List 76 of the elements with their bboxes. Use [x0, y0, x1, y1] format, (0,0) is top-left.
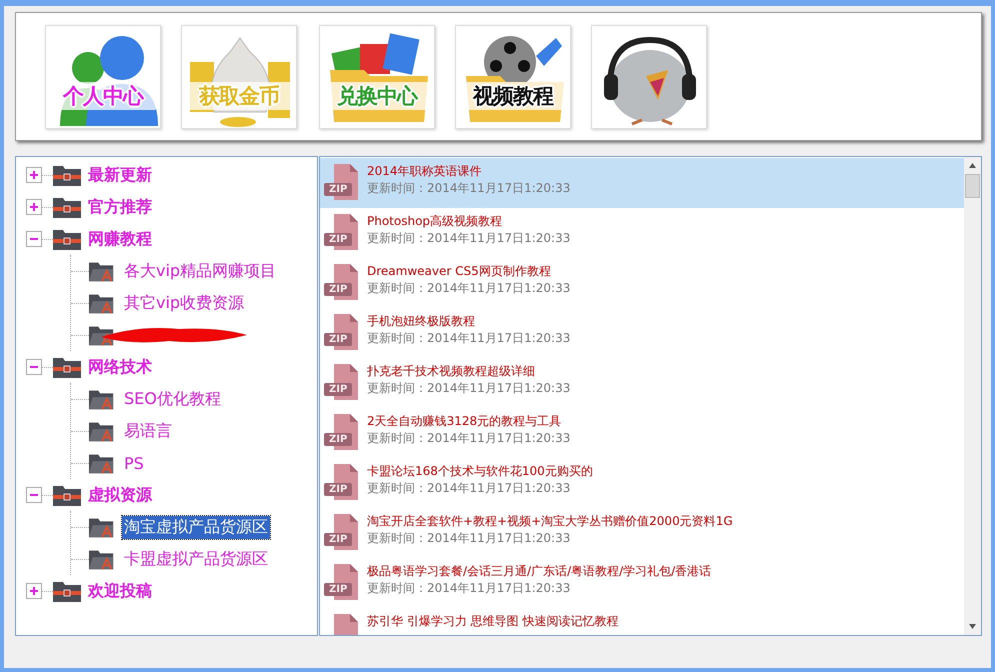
folder-icon [89, 420, 115, 442]
folder-icon [89, 452, 115, 474]
shortcut-tile[interactable]: 视频教程 [455, 24, 571, 128]
update-time: 更新时间：2014年11月17日1:20:33 [367, 281, 570, 295]
subcategory-label[interactable]: 易语言 [122, 420, 174, 442]
file-title[interactable]: 2天全自动赚钱3128元的教程与工具 [367, 414, 570, 428]
update-time: 更新时间：2014年11月17日1:20:33 [367, 531, 572, 545]
update-time: 更新时间：2014年11月17日1:20:33 [367, 431, 570, 445]
update-time: 更新时间：2014年11月17日1:20:33 [367, 481, 572, 495]
category-label[interactable]: 网络技术 [88, 356, 152, 378]
update-time: 更新时间：2014年11月17日1:20:33 [367, 581, 572, 595]
file-title[interactable]: 苏引华 引爆学习力 思维导图 快速阅读记忆教程 [367, 614, 618, 628]
folder-icon [89, 388, 115, 410]
file-row[interactable]: ZIP 极品粤语学习套餐/会话三月通/广东话/粤语教程/学习礼包/香港话 更新时间：2014年11月17日1:20:33 [320, 558, 964, 608]
file-row[interactable]: ZIP 2014年职称英语课件 更新时间：2014年11月17日1:20:33 [320, 158, 964, 208]
expander-toggle[interactable] [26, 199, 42, 215]
expander-toggle[interactable] [26, 583, 42, 599]
folder-icon [53, 580, 81, 602]
file-row[interactable]: ZIP Photoshop高级视频教程 更新时间：2014年11月17日1:20:33 [320, 208, 964, 258]
update-time: 更新时间：2014年11月17日1:20:33 [367, 181, 570, 195]
subcategory-label[interactable]: 卡盟虚拟产品货源区 [122, 548, 270, 570]
category-label[interactable]: 虚拟资源 [88, 484, 152, 506]
folder-icon [53, 356, 81, 378]
file-row[interactable]: ZIP Dreamweaver CS5网页制作教程 更新时间：2014年11月17日1:20:33 [320, 258, 964, 308]
file-type-label: ZIP [324, 533, 352, 546]
folder-icon [89, 260, 115, 282]
folder-icon [89, 516, 115, 538]
file-row[interactable]: ZIP 手机泡妞终极版教程 更新时间：2014年11月17日1:20:33 [320, 308, 964, 358]
subcategory-label[interactable]: 淘宝虚拟产品货源区 [122, 516, 270, 538]
update-time: 更新时间：2014年11月17日1:20:33 [367, 231, 570, 245]
folder-icon [89, 548, 115, 570]
file-title[interactable]: 2014年职称英语课件 [367, 164, 570, 178]
file-title[interactable]: 手机泡妞终极版教程 [367, 314, 570, 328]
file-title[interactable]: Dreamweaver CS5网页制作教程 [367, 264, 570, 278]
expander-toggle[interactable] [26, 167, 42, 183]
file-type-label: ZIP [324, 483, 352, 496]
file-row[interactable]: 苏引华 引爆学习力 思维导图 快速阅读记忆教程 [320, 608, 964, 635]
folder-icon [53, 164, 81, 186]
folder-icon [53, 228, 81, 250]
subcategory-label[interactable]: 各大vip精品网赚项目 [122, 260, 278, 282]
folder-icon [53, 484, 81, 506]
shortcut-tile[interactable] [591, 24, 707, 128]
expander-toggle[interactable] [26, 231, 42, 247]
expander-toggle[interactable] [26, 487, 42, 503]
category-label[interactable]: 官方推荐 [88, 196, 152, 218]
file-type-label: ZIP [324, 233, 352, 246]
file-title[interactable]: Photoshop高级视频教程 [367, 214, 570, 228]
category-label[interactable]: 网赚教程 [88, 228, 152, 250]
subcategory-label[interactable]: PS [122, 452, 146, 474]
folder-icon [53, 196, 81, 218]
category-label[interactable]: 欢迎投稿 [88, 580, 152, 602]
file-title[interactable]: 极品粤语学习套餐/会话三月通/广东话/粤语教程/学习礼包/香港话 [367, 564, 712, 578]
update-time: 更新时间：2014年11月17日1:20:33 [367, 381, 570, 395]
file-type-label: ZIP [324, 333, 352, 346]
subcategory-label[interactable]: SEO优化教程 [122, 388, 223, 410]
file-type-label: ZIP [324, 433, 352, 446]
file-row[interactable]: ZIP 卡盟论坛168个技术与软件花100元购买的 更新时间：2014年11月17日1:20:33 [320, 458, 964, 508]
file-title[interactable]: 淘宝开店全套软件+教程+视频+淘宝大学丛书赠价值2000元资料1G [367, 514, 733, 528]
shortcut-tile[interactable]: 兑换中心 [319, 24, 435, 128]
expander-toggle[interactable] [26, 359, 42, 375]
file-row[interactable]: ZIP 淘宝开店全套软件+教程+视频+淘宝大学丛书赠价值2000元资料1G 更新时间：2014年11月17日1:20:33 [320, 508, 964, 558]
file-type-label: ZIP [324, 383, 352, 396]
subcategory-label[interactable]: 其它vip收费资源 [122, 292, 246, 314]
folder-icon [89, 324, 115, 346]
category-label[interactable]: 最新更新 [88, 164, 152, 186]
scrollbar-thumb[interactable] [965, 174, 980, 198]
folder-icon [89, 292, 115, 314]
file-row[interactable]: ZIP 2天全自动赚钱3128元的教程与工具 更新时间：2014年11月17日1:20:33 [320, 408, 964, 458]
file-type-label: ZIP [324, 283, 352, 296]
update-time: 更新时间：2014年11月17日1:20:33 [367, 331, 570, 345]
file-type-label: ZIP [324, 183, 352, 196]
file-row[interactable]: ZIP 扑克老千技术视频教程超级详细 更新时间：2014年11月17日1:20:33 [320, 358, 964, 408]
file-type-label: ZIP [324, 583, 352, 596]
file-title[interactable]: 卡盟论坛168个技术与软件花100元购买的 [367, 464, 593, 478]
file-title[interactable]: 扑克老千技术视频教程超级详细 [367, 364, 570, 378]
scrollbar[interactable] [964, 157, 981, 635]
